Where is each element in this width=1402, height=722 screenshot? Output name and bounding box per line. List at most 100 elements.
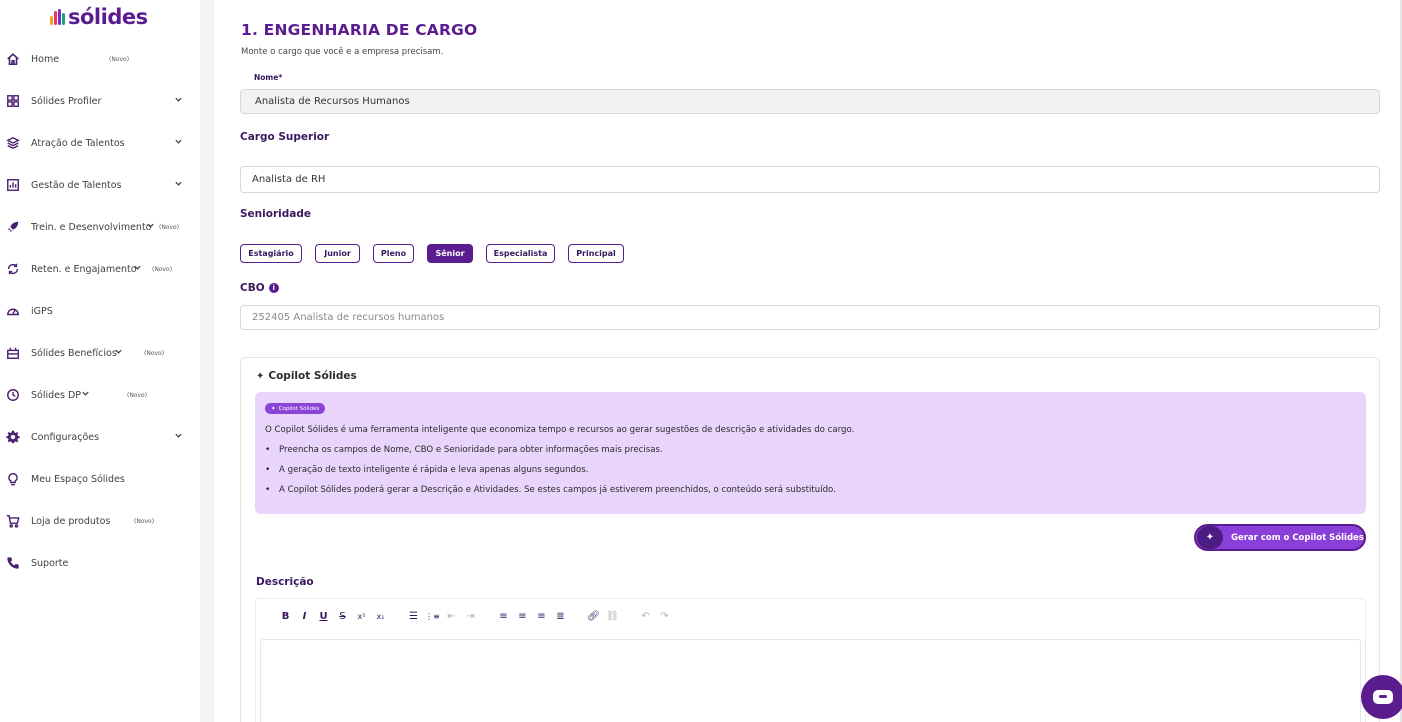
new-badge: (Novo) (159, 223, 180, 231)
copilot-info-box: ✦ Copilot Sólides O Copilot Sólides é um… (255, 392, 1366, 514)
cbo-field[interactable]: 252405 Analista de recursos humanos (240, 305, 1380, 330)
brand-name: sólides (68, 5, 148, 29)
sidebar-item-beneficios[interactable]: Sólides Benefícios (Novo) (0, 332, 200, 374)
seniority-chip-principal[interactable]: Principal (568, 244, 624, 263)
list-item: Preencha os campos de Nome, CBO e Senior… (265, 445, 836, 465)
chevron-down-icon[interactable] (174, 179, 183, 191)
numbered-list-icon[interactable]: ⋮≡ (423, 608, 442, 624)
copilot-title-text: Copilot Sólides (268, 370, 357, 382)
sidebar: sólides Home (Novo) Sólides Profiler Atr… (0, 0, 200, 722)
sidebar-item-label: Meu Espaço Sólides (31, 473, 125, 485)
copilot-badge-text: Copilot Sólides (278, 405, 320, 412)
brand-logo[interactable]: sólides (50, 5, 148, 29)
new-badge: (Novo) (144, 349, 165, 357)
align-justify-icon[interactable]: ≣ (551, 608, 570, 624)
description-textarea[interactable] (260, 639, 1361, 722)
main-content: 1. ENGENHARIA DE CARGO Monte o cargo que… (214, 0, 1402, 722)
chat-support-button[interactable] (1361, 675, 1402, 719)
align-left-icon[interactable]: ≡ (494, 608, 513, 624)
align-right-icon[interactable]: ≡ (532, 608, 551, 624)
sidebar-item-label: iGPS (31, 305, 53, 317)
superscript-icon[interactable]: x² (352, 608, 371, 624)
outdent-icon[interactable]: ⇤ (442, 608, 461, 624)
sparkle-icon: ✦ (256, 370, 265, 382)
sidebar-item-label: Configurações (31, 431, 100, 443)
sidebar-item-home[interactable]: Home (Novo) (0, 38, 200, 80)
sidebar-item-treinamento[interactable]: Trein. e Desenvolvimento (Novo) (0, 206, 200, 248)
cart-icon (6, 514, 20, 528)
sidebar-item-atracao-talentos[interactable]: Atração de Talentos (0, 122, 200, 164)
seniority-chip-pleno[interactable]: Pleno (373, 244, 414, 263)
rocket-icon (6, 220, 20, 234)
gear-icon (6, 430, 20, 444)
cargo-superior-field[interactable]: Analista de RH (240, 166, 1380, 193)
copilot-intro: O Copilot Sólides é uma ferramenta intel… (265, 425, 855, 435)
generate-copilot-button[interactable]: ✦ Gerar com o Copilot Sólides (1194, 524, 1366, 551)
seniority-chip-junior[interactable]: Junior (315, 244, 360, 263)
sidebar-item-retencao[interactable]: Reten. e Engajamento (Novo) (0, 248, 200, 290)
copilot-badge: ✦ Copilot Sólides (265, 403, 326, 414)
link-icon[interactable]: 🔗︎ (584, 608, 603, 624)
sidebar-item-label: Atração de Talentos (31, 137, 125, 149)
gauge-icon (6, 304, 20, 318)
sidebar-item-solides-dp[interactable]: Sólides DP (Novo) (0, 374, 200, 416)
new-badge: (Novo) (127, 391, 148, 399)
sidebar-item-label: Loja de produtos (31, 515, 111, 527)
chevron-down-icon[interactable] (174, 95, 183, 107)
new-badge: (Novo) (109, 55, 130, 63)
sidebar-item-meu-espaco[interactable]: Meu Espaço Sólides (0, 458, 200, 500)
info-icon[interactable]: i (268, 283, 279, 293)
indent-icon[interactable]: ⇥ (461, 608, 480, 624)
sidebar-item-suporte[interactable]: Suporte (0, 542, 200, 584)
subscript-icon[interactable]: x₁ (371, 608, 390, 624)
sparkle-icon: ✦ (1197, 526, 1223, 549)
refresh-icon (6, 262, 20, 276)
sidebar-item-igps[interactable]: iGPS (0, 290, 200, 332)
new-badge: (Novo) (134, 517, 155, 525)
underline-icon[interactable]: U (314, 608, 333, 624)
chat-icon (1373, 690, 1393, 704)
list-item: A geração de texto inteligente é rápida … (265, 465, 836, 485)
senioridade-label: Senioridade (240, 208, 311, 220)
phone-icon (6, 556, 20, 570)
sidebar-item-configuracoes[interactable]: Configurações (0, 416, 200, 458)
chevron-down-icon[interactable] (114, 347, 123, 359)
sidebar-item-label: Sólides DP (31, 389, 82, 401)
sidebar-item-loja[interactable]: Loja de produtos (Novo) (0, 500, 200, 542)
chart-icon (6, 178, 20, 192)
chevron-down-icon[interactable] (81, 389, 90, 401)
sidebar-item-gestao-talentos[interactable]: Gestão de Talentos (0, 164, 200, 206)
sidebar-item-solides-profiler[interactable]: Sólides Profiler (0, 80, 200, 122)
home-icon (6, 52, 20, 66)
seniority-chip-senior[interactable]: Sênior (427, 244, 473, 263)
seniority-chip-estagiario[interactable]: Estagiário (240, 244, 302, 263)
cbo-label: CBO i (240, 282, 279, 294)
copilot-tips-list: Preencha os campos de Nome, CBO e Senior… (265, 445, 836, 505)
unlink-icon[interactable]: ⛓︎ (603, 608, 622, 624)
sidebar-item-label: Suporte (31, 557, 69, 569)
new-badge: (Novo) (152, 265, 173, 273)
strikethrough-icon[interactable]: S (333, 608, 352, 624)
name-field[interactable]: Analista de Recursos Humanos (240, 89, 1380, 114)
editor-toolbar: B I U S x² x₁ ☰ ⋮≡ ⇤ ⇥ ≡ ≡ ≡ ≣ 🔗︎ ⛓︎ ↶ ↷ (276, 608, 674, 624)
sidebar-item-label: Sólides Benefícios (31, 347, 117, 359)
bold-icon[interactable]: B (276, 608, 295, 624)
chevron-down-icon[interactable] (174, 137, 183, 149)
page-title: 1. ENGENHARIA DE CARGO (241, 21, 478, 39)
seniority-chip-especialista[interactable]: Especialista (486, 244, 555, 263)
sparkle-icon: ✦ (271, 405, 276, 412)
list-item: A Copilot Sólides poderá gerar a Descriç… (265, 485, 836, 505)
align-center-icon[interactable]: ≡ (513, 608, 532, 624)
chevron-down-icon[interactable] (174, 431, 183, 443)
sidebar-item-label: Reten. e Engajamento (31, 263, 137, 275)
bullet-list-icon[interactable]: ☰ (404, 608, 423, 624)
chevron-down-icon[interactable] (146, 221, 155, 233)
chevron-down-icon[interactable] (133, 263, 142, 275)
logo-mark-icon (50, 9, 65, 25)
redo-icon[interactable]: ↷ (655, 608, 674, 624)
undo-icon[interactable]: ↶ (636, 608, 655, 624)
description-editor: B I U S x² x₁ ☰ ⋮≡ ⇤ ⇥ ≡ ≡ ≡ ≣ 🔗︎ ⛓︎ ↶ ↷ (255, 598, 1366, 722)
italic-icon[interactable]: I (295, 608, 314, 624)
seniority-chip-group: Estagiário Junior Pleno Sênior Especiali… (240, 244, 637, 263)
copilot-title: ✦ Copilot Sólides (256, 370, 357, 382)
